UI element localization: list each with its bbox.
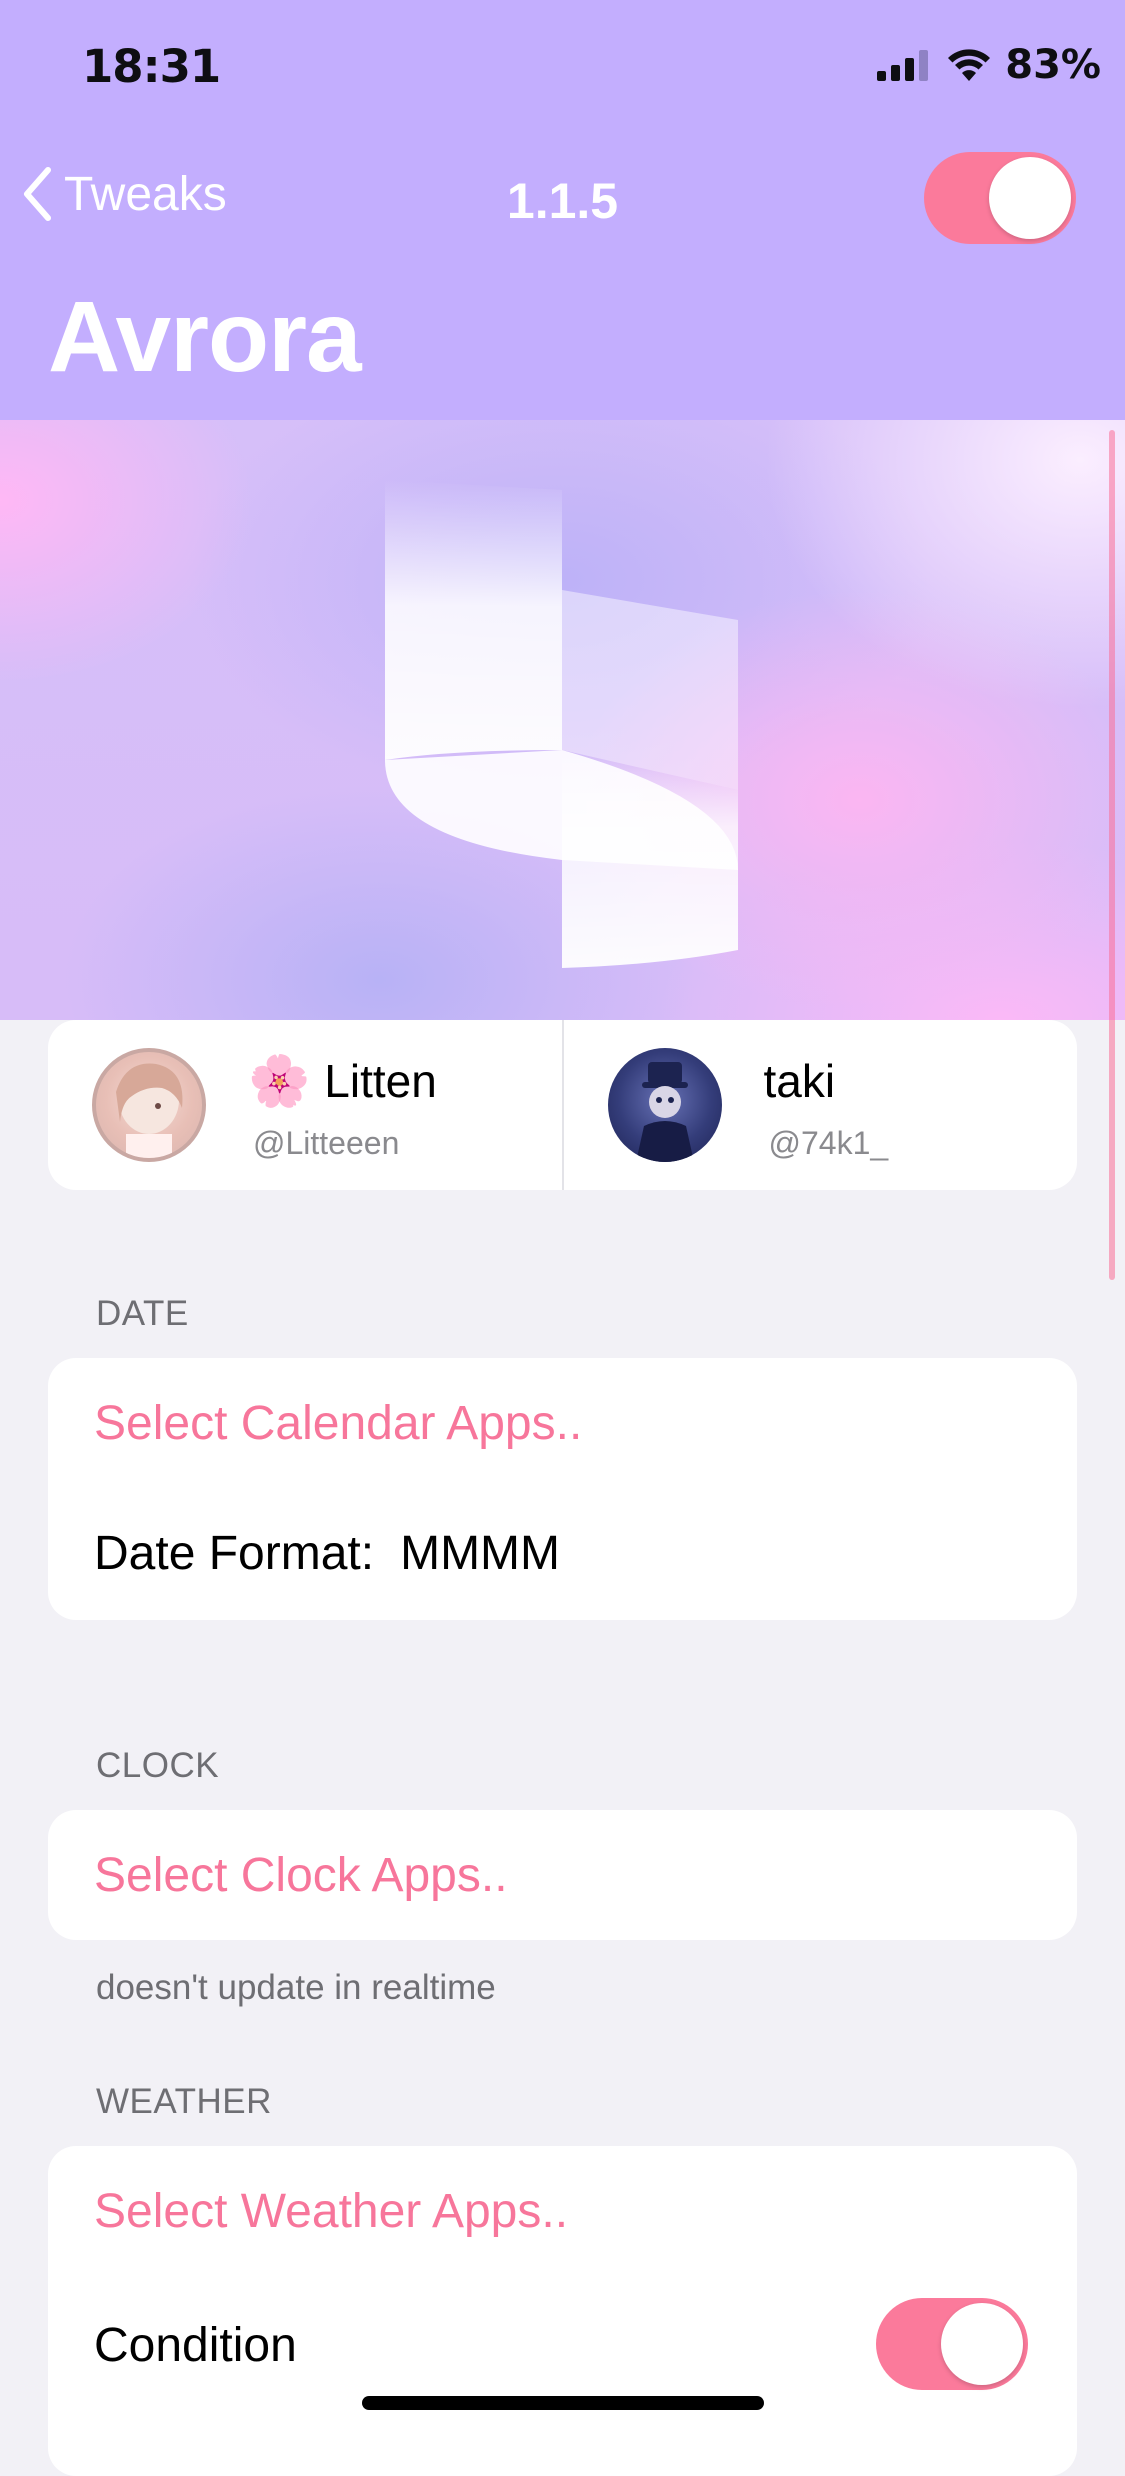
avatar — [607, 1048, 722, 1162]
date-format-row[interactable]: Date Format: MMMM — [94, 1526, 560, 1581]
avatar-illustration-icon — [116, 1063, 183, 1158]
select-calendar-apps-button[interactable]: Select Calendar Apps.. — [94, 1396, 582, 1451]
toggle-knob — [941, 2303, 1023, 2385]
cherry-blossom-icon: 🌸 — [248, 1053, 311, 1109]
avatar — [92, 1048, 206, 1162]
author-name: taki — [764, 1054, 836, 1108]
navigation-header: 18:31 83% Tweaks 1.1.5 Avrora — [0, 0, 1125, 420]
clock-footer-note: doesn't update in realtime — [96, 1968, 496, 2007]
select-clock-apps-button[interactable]: Select Clock Apps.. — [94, 1848, 508, 1903]
section-header-clock: CLOCK — [96, 1746, 220, 1785]
author-name-text: Litten — [324, 1055, 437, 1107]
date-card: Select Calendar Apps.. Date Format: MMMM — [48, 1358, 1077, 1620]
status-time: 18:31 — [82, 40, 221, 93]
author-litten[interactable]: 🌸 Litten @Litteeen — [48, 1020, 562, 1190]
battery-percentage: 83% — [1005, 42, 1101, 88]
date-format-label: Date Format: — [94, 1527, 375, 1580]
weather-card: Select Weather Apps.. Condition — [48, 2146, 1077, 2476]
section-header-date: DATE — [96, 1294, 189, 1333]
scroll-indicator — [1109, 430, 1115, 1280]
wifi-icon — [948, 49, 991, 81]
avrora-logo-icon — [385, 480, 738, 968]
section-header-weather: WEATHER — [96, 2082, 272, 2121]
condition-label: Condition — [94, 2319, 297, 2372]
author-taki[interactable]: taki @74k1_ — [561, 1020, 1078, 1190]
page-title: Avrora — [48, 281, 362, 393]
date-format-value[interactable]: MMMM — [400, 1526, 560, 1581]
authors-card: 🌸 Litten @Litteeen taki @74k1_ — [48, 1020, 1077, 1190]
tweak-banner — [0, 420, 1125, 1020]
enable-toggle[interactable] — [924, 152, 1076, 244]
author-handle: @74k1_ — [768, 1125, 889, 1161]
toggle-knob — [989, 157, 1071, 239]
select-weather-apps-button[interactable]: Select Weather Apps.. — [94, 2184, 568, 2239]
cellular-signal-icon — [877, 50, 929, 81]
condition-toggle[interactable] — [876, 2298, 1028, 2390]
author-name-text: taki — [763, 1055, 836, 1107]
author-name: 🌸 Litten — [248, 1054, 437, 1108]
avatar-illustration-icon — [635, 1062, 694, 1162]
home-indicator — [362, 2396, 764, 2410]
clock-card: Select Clock Apps.. — [48, 1810, 1077, 1940]
status-icons: 83% — [877, 42, 1101, 88]
author-handle: @Litteeen — [253, 1125, 400, 1161]
